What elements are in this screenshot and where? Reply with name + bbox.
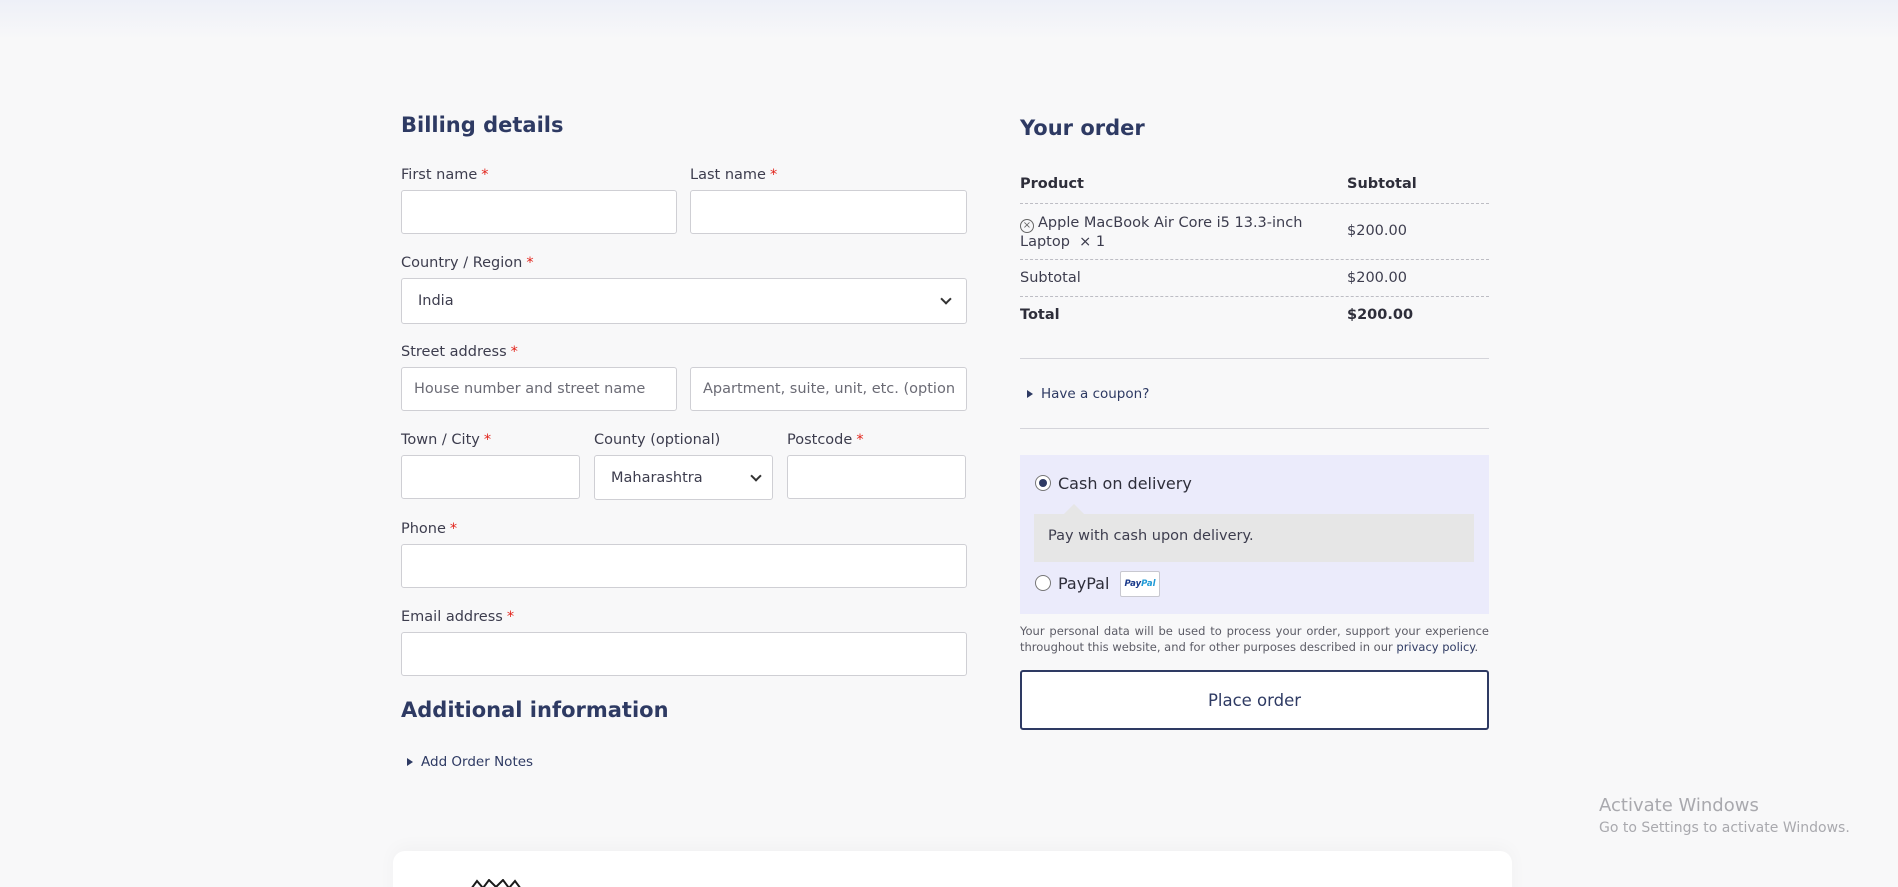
- chevron-down-icon: [940, 293, 952, 305]
- windows-activation-watermark: Activate Windows Go to Settings to activ…: [1599, 795, 1850, 836]
- country-value: India: [418, 293, 454, 309]
- last-name-input[interactable]: [690, 190, 967, 234]
- have-coupon-toggle[interactable]: Have a coupon?: [1027, 386, 1149, 402]
- add-order-notes-toggle[interactable]: Add Order Notes: [407, 754, 533, 770]
- your-order-title: Your order: [1020, 116, 1145, 140]
- billing-title: Billing details: [401, 113, 564, 137]
- email-label: Email address *: [401, 609, 515, 625]
- payment-methods: Cash on delivery Pay with cash upon deli…: [1020, 455, 1489, 614]
- total-value: $200.00: [1347, 307, 1414, 323]
- country-label: Country / Region *: [401, 255, 534, 271]
- last-name-label: Last name *: [690, 167, 778, 183]
- paypal-badge-pay: Pay: [1124, 579, 1142, 589]
- subtotal-value: $200.00: [1347, 270, 1407, 286]
- email-input[interactable]: [401, 632, 967, 676]
- subtotal-column-header: Subtotal: [1347, 176, 1417, 192]
- first-name-input[interactable]: [401, 190, 677, 234]
- divider: [1020, 358, 1489, 359]
- paypal-badge-pal: Pal: [1141, 579, 1156, 589]
- total-label: Total: [1020, 307, 1060, 323]
- place-order-button[interactable]: Place order: [1020, 670, 1489, 730]
- additional-info-title: Additional information: [401, 698, 669, 722]
- logo-icon: [471, 879, 521, 887]
- item-quantity: × 1: [1079, 234, 1106, 250]
- caret-right-icon: [407, 758, 413, 766]
- street-address-input[interactable]: [401, 367, 677, 411]
- watermark-line1: Activate Windows: [1599, 795, 1759, 816]
- phone-label: Phone *: [401, 521, 458, 537]
- subtotal-label: Subtotal: [1020, 270, 1081, 286]
- county-value: Maharashtra: [611, 469, 703, 486]
- remove-item-icon[interactable]: ×: [1020, 219, 1034, 233]
- caret-right-icon: [1027, 390, 1033, 398]
- total-row: Total $200.00: [1020, 297, 1489, 333]
- item-name-line2: Laptop: [1020, 234, 1070, 250]
- chevron-down-icon: [750, 469, 762, 482]
- product-column-header: Product: [1020, 176, 1084, 192]
- paypal-label[interactable]: PayPal: [1058, 574, 1109, 593]
- county-label: County (optional): [594, 432, 721, 448]
- order-table: Product Subtotal × Apple MacBook Air Core…: [1020, 168, 1489, 333]
- footer-card: [393, 851, 1512, 887]
- order-table-header: Product Subtotal: [1020, 168, 1489, 204]
- order-item-row: × Apple MacBook Air Core i5 13.3-inch Lap…: [1020, 204, 1489, 260]
- county-select[interactable]: Maharashtra: [594, 455, 773, 500]
- street-label: Street address *: [401, 344, 518, 360]
- privacy-end: .: [1474, 640, 1479, 654]
- privacy-policy-link[interactable]: privacy policy: [1396, 640, 1474, 654]
- cod-radio[interactable]: [1035, 475, 1051, 491]
- cod-description: Pay with cash upon delivery.: [1034, 504, 1474, 562]
- first-name-label: First name *: [401, 167, 489, 183]
- paypal-radio[interactable]: [1035, 575, 1051, 591]
- have-coupon-label: Have a coupon?: [1041, 386, 1150, 402]
- phone-input[interactable]: [401, 544, 967, 588]
- town-label: Town / City *: [401, 432, 492, 448]
- cod-label[interactable]: Cash on delivery: [1058, 474, 1192, 493]
- order-item-price: $200.00: [1347, 223, 1407, 239]
- privacy-notice: Your personal data will be used to proce…: [1020, 623, 1489, 655]
- apartment-input[interactable]: [690, 367, 967, 411]
- town-input[interactable]: [401, 455, 580, 499]
- postcode-label: Postcode *: [787, 432, 864, 448]
- watermark-line2: Go to Settings to activate Windows.: [1599, 820, 1850, 836]
- order-item-name: × Apple MacBook Air Core i5 13.3-inch Lap…: [1020, 214, 1320, 252]
- postcode-input[interactable]: [787, 455, 966, 499]
- top-shade: [0, 0, 1898, 40]
- divider: [1020, 428, 1489, 429]
- add-order-notes-label: Add Order Notes: [421, 754, 534, 770]
- country-select[interactable]: India: [401, 278, 967, 324]
- item-name-line1: Apple MacBook Air Core i5 13.3-inch: [1038, 215, 1303, 231]
- paypal-logo-icon: PayPal: [1120, 571, 1160, 597]
- subtotal-row: Subtotal $200.00: [1020, 260, 1489, 297]
